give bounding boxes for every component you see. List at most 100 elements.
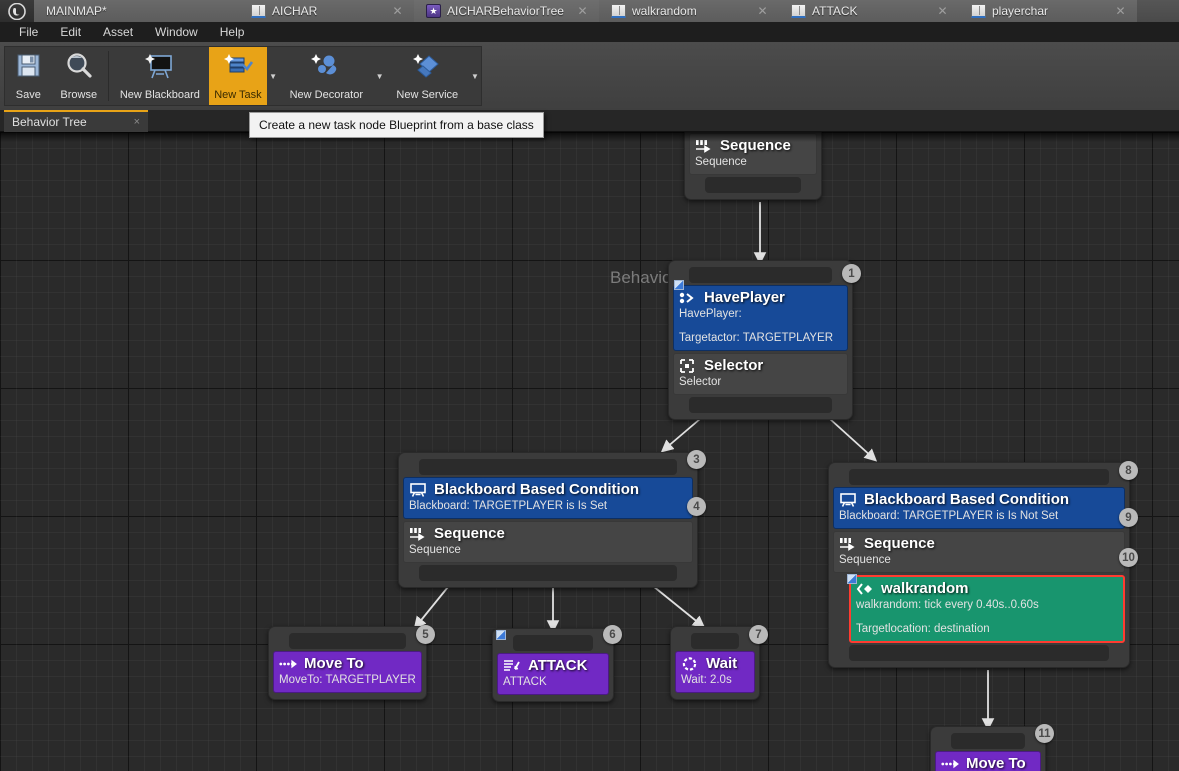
bt-node-root-sequence[interactable]: Sequence Sequence: [684, 132, 822, 200]
bt-subnode-title-text: Wait: [706, 655, 738, 672]
menu-item-window[interactable]: Window: [144, 23, 209, 41]
bt-subnode-task-attack[interactable]: ATTACK ATTACK: [497, 653, 609, 695]
new-service-diamond-icon: [410, 52, 444, 82]
bt-node-left-blackboard-sequence[interactable]: 3 4 Blackboard Based Condition Blackboar…: [398, 450, 706, 588]
behavior-tree-icon: ★: [426, 4, 441, 18]
window-tab-aichar[interactable]: AICHAR ✕: [239, 0, 414, 22]
bt-node-task-moveto-left[interactable]: 5 Move To MoveTo: TARGETPLAYER: [268, 625, 435, 700]
bt-subnode-composite-sequence[interactable]: Sequence Sequence: [403, 521, 693, 563]
window-tab-playerchar[interactable]: playerchar ✕: [959, 0, 1137, 22]
bt-subnode-composite-selector[interactable]: Selector Selector: [673, 353, 848, 395]
new-service-button[interactable]: New Service: [386, 47, 469, 105]
new-decorator-button[interactable]: New Decorator: [279, 47, 373, 105]
unreal-logo-icon: [0, 0, 34, 22]
bt-subnode-task-moveto[interactable]: Move To: [935, 751, 1041, 771]
window-tab-close-icon[interactable]: ✕: [391, 4, 404, 18]
blueprint-badge-icon: [674, 280, 684, 290]
new-decorator-dropdown-arrow[interactable]: ▼: [374, 47, 386, 105]
behavior-tree-graph-canvas[interactable]: Behavior Tree https://blog.csdn.net/qq_3…: [0, 132, 1179, 771]
bt-subnode-title: Move To: [941, 755, 1035, 771]
window-tab-label: AICHARBehaviorTree: [447, 4, 564, 18]
bt-node-task-moveto-right[interactable]: 11 Move To: [930, 724, 1054, 771]
wait-clock-icon: [681, 656, 699, 672]
selector-icon: [679, 358, 697, 374]
menu-item-file[interactable]: File: [8, 23, 49, 41]
window-tab-close-icon[interactable]: ✕: [756, 4, 769, 18]
node-input-pin[interactable]: [849, 469, 1109, 485]
run-behavior-icon: [503, 658, 521, 674]
bt-subnode-desc: Sequence: [695, 156, 747, 168]
bt-subnode-title-text: Sequence: [720, 137, 791, 154]
blueprint-book-icon: [791, 4, 806, 18]
bt-subnode-task-moveto[interactable]: Move To MoveTo: TARGETPLAYER: [273, 651, 422, 693]
new-decorator-icon: [309, 52, 343, 82]
bt-subnode-title: Move To: [279, 655, 416, 673]
node-input-pin[interactable]: [689, 267, 832, 283]
blueprint-badge-icon: [496, 630, 506, 640]
blueprint-book-icon: [971, 4, 986, 18]
tab-close-icon[interactable]: ×: [134, 116, 140, 128]
window-tab-walkrandom[interactable]: walkrandom ✕: [599, 0, 779, 22]
new-task-button[interactable]: New Task: [208, 47, 267, 105]
node-output-pin[interactable]: [849, 645, 1109, 661]
new-service-label: New Service: [396, 89, 459, 101]
bt-subnode-title: Wait: [681, 655, 749, 673]
node-output-pin[interactable]: [689, 397, 832, 413]
bt-subnode-service-walkrandom[interactable]: walkrandom walkrandom: tick every 0.40s.…: [849, 575, 1125, 643]
bt-node-haveplayer-selector[interactable]: 1 2 HavePlayer HavePlayer: Targetactor: …: [668, 260, 861, 485]
node-index-badge: 11: [1035, 724, 1054, 743]
node-output-pin[interactable]: [419, 565, 677, 581]
bt-subnode-desc2: Targetlocation: destination: [856, 623, 990, 635]
window-tab-mainmap[interactable]: MAINMAP*: [34, 0, 239, 22]
browse-button[interactable]: Browse: [52, 47, 106, 105]
bt-subnode-desc: ATTACK: [503, 676, 547, 688]
window-tab-bar: MAINMAP* AICHAR ✕ ★ AICHARBehaviorTree ✕…: [0, 0, 1179, 22]
tooltip-new-task: Create a new task node Blueprint from a …: [249, 112, 544, 138]
menu-item-asset[interactable]: Asset: [92, 23, 144, 41]
node-index-badge: 6: [603, 625, 622, 644]
new-service-dropdown-arrow[interactable]: ▼: [469, 47, 481, 105]
node-input-pin[interactable]: [289, 633, 406, 649]
bt-subnode-composite-sequence[interactable]: Sequence Sequence: [833, 531, 1125, 573]
bt-subnode-desc: Blackboard: TARGETPLAYER is Is Set: [409, 500, 608, 512]
move-to-icon: [279, 656, 297, 672]
node-input-pin[interactable]: [951, 733, 1025, 749]
bt-node-task-wait[interactable]: 7 Wait Wait: 2.0s: [670, 625, 768, 700]
bt-subnode-decorator-blackboard[interactable]: Blackboard Based Condition Blackboard: T…: [833, 487, 1125, 529]
bt-subnode-desc: Sequence: [409, 544, 461, 556]
bt-subnode-title: Sequence: [409, 525, 687, 543]
window-tab-close-icon[interactable]: ✕: [936, 4, 949, 18]
bt-subnode-title-text: Selector: [704, 357, 764, 374]
node-index-badge: 3: [687, 450, 706, 469]
bt-subnode-title-text: HavePlayer: [704, 289, 785, 306]
new-blackboard-button[interactable]: New Blackboard: [111, 47, 209, 105]
window-tab-aicharbehaviortree[interactable]: ★ AICHARBehaviorTree ✕: [414, 0, 599, 22]
menu-item-edit[interactable]: Edit: [49, 23, 92, 41]
bt-subnode-desc: Sequence: [839, 554, 891, 566]
bt-subnode-composite-sequence[interactable]: Sequence Sequence: [689, 133, 817, 175]
node-input-pin[interactable]: [513, 635, 593, 651]
bt-subnode-title-text: Move To: [304, 655, 364, 672]
bt-subnode-desc: HavePlayer:: [679, 308, 742, 320]
bt-node-right-blackboard-sequence-walkrandom[interactable]: 8 9 10 Blackboard Based Condition Blackb…: [828, 461, 1138, 668]
window-tab-attack[interactable]: ATTACK ✕: [779, 0, 959, 22]
blackboard-easel-icon: [143, 52, 177, 82]
menu-item-help[interactable]: Help: [209, 23, 256, 41]
document-tab-strip: Behavior Tree ×: [0, 110, 1179, 132]
bt-node-task-attack[interactable]: 6 ATTACK ATTACK: [492, 625, 622, 702]
bt-subnode-service-haveplayer[interactable]: HavePlayer HavePlayer: Targetactor: TARG…: [673, 285, 848, 351]
tab-behavior-tree[interactable]: Behavior Tree ×: [4, 110, 148, 132]
bt-subnode-title: Blackboard Based Condition: [409, 481, 687, 499]
bt-subnode-task-wait[interactable]: Wait Wait: 2.0s: [675, 651, 755, 693]
save-button[interactable]: Save: [5, 47, 52, 105]
node-input-pin[interactable]: [691, 633, 739, 649]
bt-subnode-decorator-blackboard[interactable]: Blackboard Based Condition Blackboard: T…: [403, 477, 693, 519]
node-output-pin[interactable]: [705, 177, 801, 193]
node-input-pin[interactable]: [419, 459, 677, 475]
window-tab-close-icon[interactable]: ✕: [576, 4, 589, 18]
window-tab-label: AICHAR: [272, 4, 318, 18]
node-index-badge: 1: [842, 264, 861, 283]
window-tab-close-icon[interactable]: ✕: [1114, 4, 1127, 18]
new-task-dropdown-arrow[interactable]: ▼: [267, 47, 279, 105]
node-index-badge: 9: [1119, 508, 1138, 527]
